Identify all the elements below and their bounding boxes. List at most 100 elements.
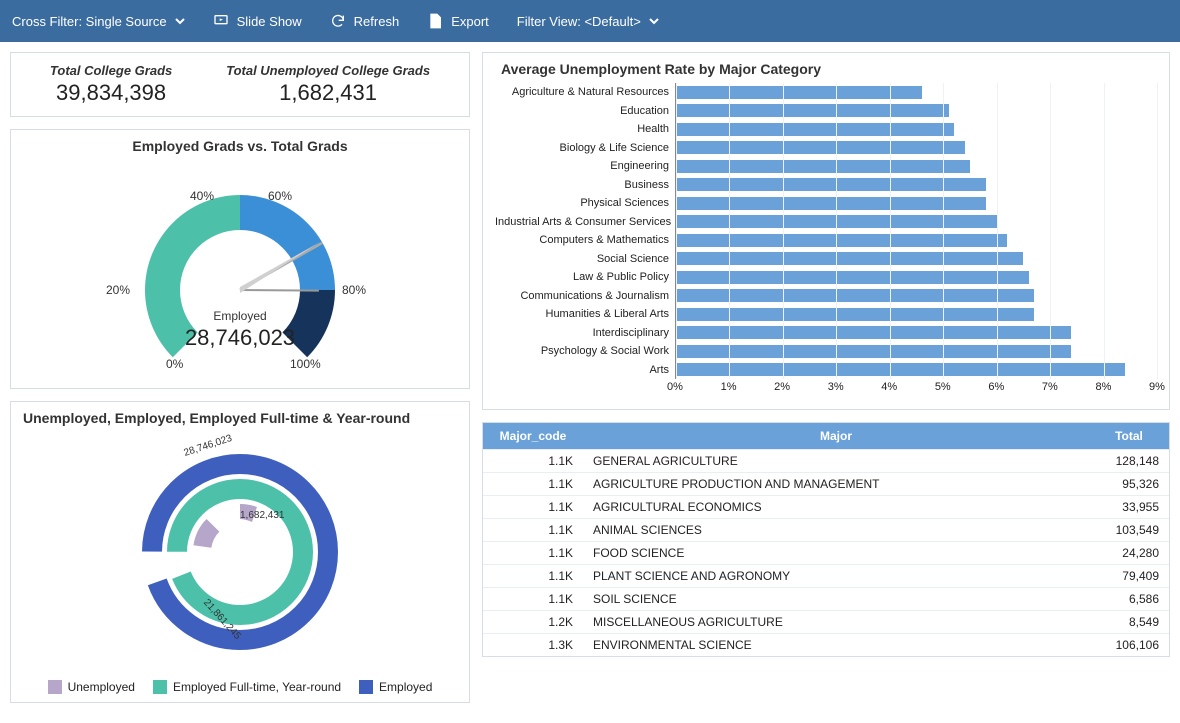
bar-chart[interactable]: Agriculture & Natural ResourcesEducation… (495, 83, 1157, 379)
kpi-panel: Total College Grads 39,834,398 Total Une… (10, 52, 470, 117)
table-row[interactable]: 1.1KAGRICULTURAL ECONOMICS33,955 (483, 496, 1169, 519)
bar-category-label: Industrial Arts & Consumer Services (495, 213, 675, 232)
table-row[interactable]: 1.2KMISCELLANEOUS AGRICULTURE8,549 (483, 611, 1169, 634)
col-total[interactable]: Total (1089, 423, 1169, 450)
bar-row (676, 139, 1157, 158)
donut-chart[interactable]: 28,746,023 1,682,431 21,861,245 (23, 432, 457, 672)
gauge-chart[interactable]: 0% 20% 40% 60% 80% 100% Employed 28,746,… (23, 160, 457, 380)
filter-view-label: Filter View: <Default> (517, 14, 641, 29)
table-row[interactable]: 1.1KAGRICULTURE PRODUCTION AND MANAGEMEN… (483, 473, 1169, 496)
cross-filter-label: Cross Filter: Single Source (12, 14, 167, 29)
bar (676, 345, 1071, 358)
cell-total: 8,549 (1089, 611, 1169, 634)
refresh-button[interactable]: Refresh (330, 13, 400, 29)
cell-total: 6,586 (1089, 588, 1169, 611)
bar-category-label: Computers & Mathematics (495, 231, 675, 250)
chevron-down-icon (175, 16, 185, 26)
bar-row (676, 268, 1157, 287)
kpi-total-unemployed: Total Unemployed College Grads 1,682,431 (226, 63, 430, 106)
bar-row (676, 305, 1157, 324)
kpi-total-unemployed-label: Total Unemployed College Grads (226, 63, 430, 78)
bar-category-label: Law & Public Policy (495, 268, 675, 287)
legend-unemployed: Unemployed (48, 680, 135, 694)
majors-table[interactable]: Major_code Major Total 1.1KGENERAL AGRIC… (483, 423, 1169, 656)
legend-fulltime: Employed Full-time, Year-round (153, 680, 341, 694)
table-row[interactable]: 1.3KENVIRONMENTAL SCIENCE106,106 (483, 634, 1169, 657)
swatch-unemployed (48, 680, 62, 694)
bar-axis-tick: 5% (935, 381, 951, 393)
cell-major-code: 1.1K (483, 542, 583, 565)
bar-row (676, 361, 1157, 380)
export-button[interactable]: Export (427, 13, 489, 29)
swatch-employed (359, 680, 373, 694)
bar-row (676, 83, 1157, 102)
kpi-total-grads-value: 39,834,398 (50, 80, 172, 106)
table-body: 1.1KGENERAL AGRICULTURE128,1481.1KAGRICU… (483, 450, 1169, 657)
donut-label-unemployed: 1,682,431 (240, 510, 285, 521)
bar (676, 160, 970, 173)
bar-axis-tick: 4% (881, 381, 897, 393)
gauge-tick-80: 80% (342, 283, 366, 297)
donut-ring-unemployed (197, 509, 283, 595)
cell-major: AGRICULTURAL ECONOMICS (583, 496, 1089, 519)
table-row[interactable]: 1.1KSOIL SCIENCE6,586 (483, 588, 1169, 611)
bar (676, 234, 1007, 247)
bar-title: Average Unemployment Rate by Major Categ… (495, 61, 1157, 77)
donut-label-employed: 28,746,023 (183, 433, 234, 459)
bar-row (676, 157, 1157, 176)
cell-major-code: 1.1K (483, 450, 583, 473)
col-major[interactable]: Major (583, 423, 1089, 450)
gauge-seg-1b (145, 195, 240, 290)
cell-total: 79,409 (1089, 565, 1169, 588)
bar-axis-tick: 2% (774, 381, 790, 393)
bar-category-label: Agriculture & Natural Resources (495, 83, 675, 102)
bar-x-axis: 0%1%2%3%4%5%6%7%8%9% (675, 381, 1157, 401)
refresh-label: Refresh (354, 14, 400, 29)
cell-major: ANIMAL SCIENCES (583, 519, 1089, 542)
cell-major-code: 1.1K (483, 496, 583, 519)
bar-row (676, 342, 1157, 361)
bar-plot-area (675, 83, 1157, 379)
cell-major: FOOD SCIENCE (583, 542, 1089, 565)
gauge-panel: Employed Grads vs. Total Grads (10, 129, 470, 389)
top-toolbar: Cross Filter: Single Source Slide Show R… (0, 0, 1180, 42)
bar-row (676, 120, 1157, 139)
bar-category-label: Education (495, 102, 675, 121)
cross-filter-dropdown[interactable]: Cross Filter: Single Source (12, 14, 185, 29)
bar-category-label: Engineering (495, 157, 675, 176)
gauge-tick-20: 20% (106, 283, 130, 297)
bar (676, 326, 1071, 339)
bar-row (676, 194, 1157, 213)
table-row[interactable]: 1.1KGENERAL AGRICULTURE128,148 (483, 450, 1169, 473)
bar (676, 178, 986, 191)
cell-major: ENVIRONMENTAL SCIENCE (583, 634, 1089, 657)
cell-total: 128,148 (1089, 450, 1169, 473)
gauge-tick-100: 100% (290, 357, 321, 371)
dashboard-grid: Total College Grads 39,834,398 Total Une… (0, 42, 1180, 723)
bar-row (676, 176, 1157, 195)
cell-major: PLANT SCIENCE AND AGRONOMY (583, 565, 1089, 588)
bar (676, 86, 922, 99)
table-row[interactable]: 1.1KANIMAL SCIENCES103,549 (483, 519, 1169, 542)
cell-major: SOIL SCIENCE (583, 588, 1089, 611)
filter-view-dropdown[interactable]: Filter View: <Default> (517, 14, 659, 29)
slide-show-button[interactable]: Slide Show (213, 13, 302, 29)
bar (676, 252, 1023, 265)
cell-total: 24,280 (1089, 542, 1169, 565)
bar-axis-tick: 9% (1149, 381, 1165, 393)
bar (676, 197, 986, 210)
bar-axis-tick: 8% (1095, 381, 1111, 393)
table-header-row: Major_code Major Total (483, 423, 1169, 450)
gauge-title: Employed Grads vs. Total Grads (23, 138, 457, 154)
cell-major-code: 1.1K (483, 588, 583, 611)
cell-major: AGRICULTURE PRODUCTION AND MANAGEMENT (583, 473, 1089, 496)
donut-panel: Unemployed, Employed, Employed Full-time… (10, 401, 470, 703)
table-panel: Major_code Major Total 1.1KGENERAL AGRIC… (482, 422, 1170, 657)
bar-category-label: Physical Sciences (495, 194, 675, 213)
table-row[interactable]: 1.1KPLANT SCIENCE AND AGRONOMY79,409 (483, 565, 1169, 588)
bar-panel: Average Unemployment Rate by Major Categ… (482, 52, 1170, 410)
col-major-code[interactable]: Major_code (483, 423, 583, 450)
cell-total: 103,549 (1089, 519, 1169, 542)
table-row[interactable]: 1.1KFOOD SCIENCE24,280 (483, 542, 1169, 565)
bar-category-label: Humanities & Liberal Arts (495, 305, 675, 324)
